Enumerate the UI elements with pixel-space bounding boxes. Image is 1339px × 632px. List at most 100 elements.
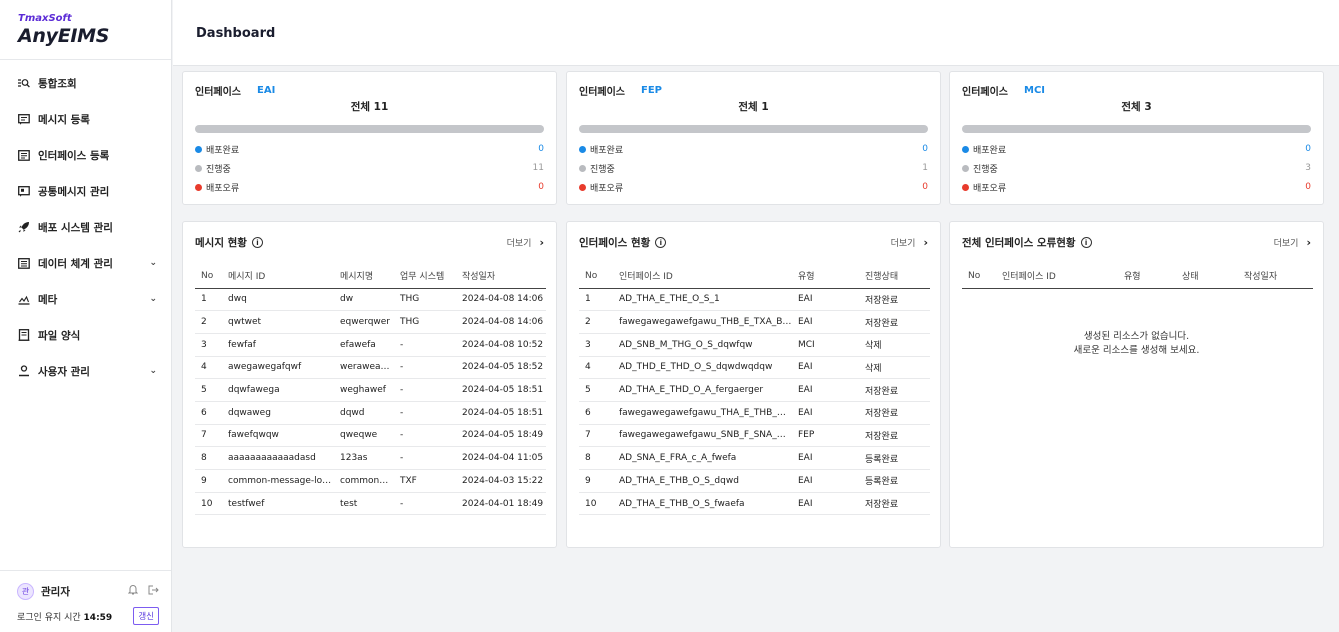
table-row[interactable]: 5 dqwfawega weghawef -2024-04-05 18:51 bbox=[195, 378, 546, 402]
session-timer: 로그인 유지 시간 14:59 bbox=[17, 610, 133, 623]
legend-label: 진행중 bbox=[590, 164, 615, 175]
info-icon[interactable]: i bbox=[1080, 237, 1092, 248]
summary-progress-bar bbox=[195, 125, 544, 133]
table-row[interactable]: 6 fawegawegawefgawu_THA_E_THB_O_… EAI 저장완료 bbox=[579, 401, 930, 425]
sidebar-item-file-form[interactable]: 파일 양식 bbox=[0, 317, 171, 353]
table-cell: dqwd bbox=[334, 401, 394, 425]
table-cell: 6 bbox=[579, 401, 613, 425]
table-cell: 2 bbox=[579, 310, 613, 334]
sidebar-item-integrated-search[interactable]: 통합조회 bbox=[0, 65, 171, 101]
column-header[interactable]: No bbox=[195, 264, 222, 289]
interface-error-card: 전체 인터페이스 오류현황 i 더보기 › No 인터페이스 ID 유형 상태 작성일자 … bbox=[949, 221, 1324, 548]
table-cell: AD_THA_E_THD_O_A_fergaerger bbox=[613, 378, 792, 402]
renew-session-button[interactable]: 갱신 bbox=[133, 607, 159, 625]
logo[interactable]: TmaxSoft AnyEIMS bbox=[0, 0, 171, 60]
summary-header: 인터페이스 EAI bbox=[195, 83, 275, 98]
info-icon[interactable]: i bbox=[251, 237, 263, 248]
chevron-right-icon: › bbox=[539, 236, 544, 249]
bell-icon[interactable] bbox=[127, 584, 139, 598]
sidebar-item-meta[interactable]: 메타 ⌄ bbox=[0, 281, 171, 317]
logout-icon[interactable] bbox=[148, 585, 159, 598]
sidebar-item-user-management[interactable]: 사용자 관리 ⌄ bbox=[0, 353, 171, 389]
legend-error: 배포오류 0 bbox=[195, 180, 544, 194]
table-cell: 2024-04-08 14:06 bbox=[456, 310, 546, 334]
column-header[interactable]: 상태 bbox=[1176, 264, 1238, 289]
more-link[interactable]: 더보기 › bbox=[1274, 236, 1311, 249]
table-row[interactable]: 9 common-message-lo… common… TXF 2024-04-03 … bbox=[195, 469, 546, 493]
status-dot-icon bbox=[962, 183, 969, 191]
table-cell: 123as bbox=[334, 446, 394, 470]
chevron-down-icon[interactable]: ⌄ bbox=[149, 366, 157, 376]
table-row[interactable]: 8 aaaaaaaaaaaadasd 123as -2024-04-04 11:05 bbox=[195, 446, 546, 470]
table-row[interactable]: 2 fawegawegawefgawu_THB_E_TXA_B_… EAI 저장완료 bbox=[579, 310, 930, 334]
page-title: Dashboard bbox=[196, 26, 276, 41]
table-cell: dwq bbox=[222, 288, 334, 312]
more-link[interactable]: 더보기 › bbox=[891, 236, 928, 249]
table-cell: 2024-04-03 15:22 bbox=[456, 469, 546, 493]
table-cell: - bbox=[394, 378, 456, 402]
column-header[interactable]: 인터페이스 ID bbox=[996, 264, 1118, 289]
chevron-right-icon: › bbox=[923, 236, 928, 249]
sidebar-item-label: 데이터 체계 관리 bbox=[38, 257, 113, 270]
chevron-down-icon[interactable]: ⌄ bbox=[149, 258, 157, 268]
legend-deployed: 배포완료 0 bbox=[962, 142, 1311, 156]
user-name: 관리자 bbox=[41, 585, 70, 598]
table-cell: 7 bbox=[195, 424, 222, 448]
table-cell: EAI bbox=[792, 288, 859, 312]
sidebar-item-data-system[interactable]: 데이터 체계 관리 ⌄ bbox=[0, 245, 171, 281]
table-row[interactable]: 4 awegawegafqwf werawea… -2024-04-05 18:52 bbox=[195, 356, 546, 380]
table-row[interactable]: 2 qwtwet eqwerqwer THG 2024-04-08 14:06 bbox=[195, 310, 546, 334]
more-link[interactable]: 더보기 › bbox=[507, 236, 544, 249]
table-row[interactable]: 7 fawefqwqw qweqwe -2024-04-05 18:49 bbox=[195, 424, 546, 448]
empty-state-message: 생성된 리소스가 없습니다. 새로운 리소스를 생성해 보세요. bbox=[950, 330, 1323, 358]
legend-error: 배포오류 0 bbox=[962, 180, 1311, 194]
table-row[interactable]: 8 AD_SNA_E_FRA_c_A_fwefa EAI 등록완료 bbox=[579, 446, 930, 470]
table-header-row: No 인터페이스 ID 유형 상태 작성일자 bbox=[962, 264, 1313, 289]
table-row[interactable]: 3 AD_SNB_M_THG_O_S_dqwfqw MCI 삭제 bbox=[579, 333, 930, 357]
table-row[interactable]: 5 AD_THA_E_THD_O_A_fergaerger EAI 저장완료 bbox=[579, 378, 930, 402]
sidebar-item-deploy-system[interactable]: 배포 시스템 관리 bbox=[0, 209, 171, 245]
column-header[interactable]: 유형 bbox=[792, 264, 859, 289]
table-row[interactable]: 1 AD_THA_E_THE_O_S_1 EAI 저장완료 bbox=[579, 288, 930, 312]
column-header[interactable]: 메시지 ID bbox=[222, 264, 334, 289]
table-row[interactable]: 9 AD_THA_E_THB_O_S_dqwd EAI 등록완료 bbox=[579, 469, 930, 493]
table-row[interactable]: 10 AD_THA_E_THB_O_S_fwaefa EAI 저장완료 bbox=[579, 492, 930, 516]
column-header[interactable]: 업무 시스템 bbox=[394, 264, 456, 289]
table-row[interactable]: 6 dqwaweg dqwd -2024-04-05 18:51 bbox=[195, 401, 546, 425]
column-header[interactable]: 작성일자 bbox=[1238, 264, 1313, 289]
table-cell: test bbox=[334, 492, 394, 516]
table-row[interactable]: 7 fawegawegawefgawu_SNB_F_SNA_O_… FEP 저장완료 bbox=[579, 424, 930, 448]
user-row: 관 관리자 bbox=[17, 580, 159, 602]
table-cell: EAI bbox=[792, 492, 859, 516]
summary-progress-bar bbox=[962, 125, 1311, 133]
column-header[interactable]: No bbox=[962, 264, 996, 289]
legend-in-progress: 진행중 1 bbox=[579, 161, 928, 175]
table-cell: 1 bbox=[195, 288, 222, 312]
column-header[interactable]: 진행상태 bbox=[859, 264, 930, 289]
column-header[interactable]: 인터페이스 ID bbox=[613, 264, 792, 289]
sidebar-item-interface-register[interactable]: 인터페이스 등록 bbox=[0, 137, 171, 173]
table-row[interactable]: 3 fewfaf efawefa -2024-04-08 10:52 bbox=[195, 333, 546, 357]
info-icon[interactable]: i bbox=[655, 237, 667, 248]
sidebar-item-common-message[interactable]: 공통메시지 관리 bbox=[0, 173, 171, 209]
table-row[interactable]: 10 testfwef test -2024-04-01 18:49 bbox=[195, 492, 546, 516]
column-header[interactable]: No bbox=[579, 264, 613, 289]
column-header[interactable]: 메시지명 bbox=[334, 264, 394, 289]
card-title: 전체 인터페이스 오류현황 bbox=[962, 237, 1076, 249]
table-cell: 2024-04-08 14:06 bbox=[456, 288, 546, 312]
table-cell: 9 bbox=[195, 469, 222, 493]
table-row[interactable]: 1 dwq dw THG 2024-04-08 14:06 bbox=[195, 288, 546, 312]
table-cell: 2024-04-05 18:51 bbox=[456, 378, 546, 402]
column-header[interactable]: 작성일자 bbox=[456, 264, 546, 289]
sidebar-item-message-register[interactable]: 메시지 등록 bbox=[0, 101, 171, 137]
table-cell: - bbox=[394, 401, 456, 425]
chevron-down-icon[interactable]: ⌄ bbox=[149, 294, 157, 304]
table-cell: fewfaf bbox=[222, 333, 334, 357]
table-cell: 등록완료 bbox=[859, 446, 930, 470]
table-row[interactable]: 4 AD_THD_E_THD_O_S_dqwdwqdqw EAI 삭제 bbox=[579, 356, 930, 380]
table-cell: 2024-04-08 10:52 bbox=[456, 333, 546, 357]
table-cell: MCI bbox=[792, 333, 859, 357]
avatar[interactable]: 관 bbox=[17, 582, 34, 600]
column-header[interactable]: 유형 bbox=[1118, 264, 1176, 289]
sidebar-item-label: 배포 시스템 관리 bbox=[38, 221, 113, 234]
